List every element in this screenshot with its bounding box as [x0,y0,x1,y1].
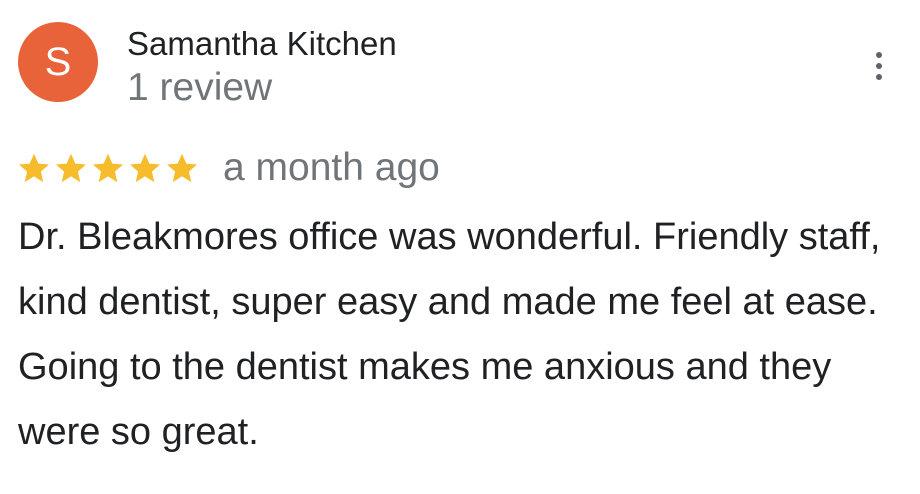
rating-row: a month ago [16,144,440,192]
more-options-button[interactable] [862,46,896,86]
avatar[interactable]: S [18,22,98,102]
star-rating [16,150,201,186]
reviewer-name[interactable]: Samantha Kitchen [127,24,397,64]
star-icon [56,153,86,183]
star-icon [167,153,197,183]
star-icon [130,153,160,183]
review-card: S Samantha Kitchen 1 review a month ago … [0,0,920,494]
review-count: 1 review [127,66,273,109]
star-icon [19,153,49,183]
review-text: Dr. Bleakmores office was wonderful. Fri… [18,216,881,453]
more-vertical-icon [876,52,882,80]
review-date: a month ago [223,146,440,189]
avatar-letter: S [44,40,72,84]
star-icon [93,153,123,183]
